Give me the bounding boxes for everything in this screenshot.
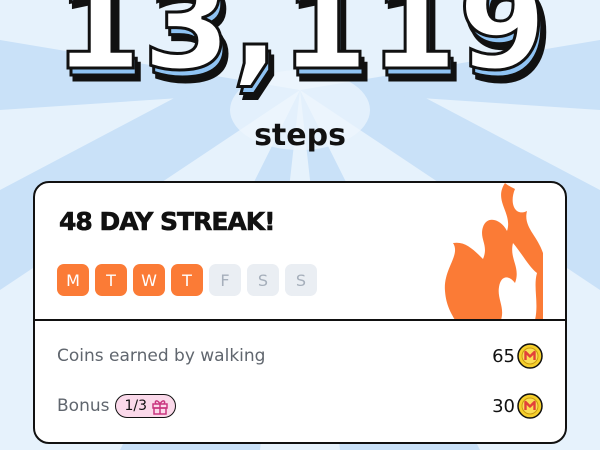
streak-days: MTWTFSS [57, 264, 317, 296]
streak-title: 48 DAY STREAK! [59, 207, 276, 237]
walking-coins-row: Coins earned by walking 65 [57, 341, 543, 371]
flame-icon [444, 183, 543, 320]
streak-day-3: W [133, 264, 165, 296]
bonus-row: Bonus 1/3 30 [57, 391, 543, 421]
streak-day-5: F [209, 264, 241, 296]
streak-card: 48 DAY STREAK! MTWTFSS Coins earned by w… [33, 181, 567, 444]
streak-day-7: S [285, 264, 317, 296]
walking-coins-value-group: 65 [492, 343, 543, 369]
bonus-label: Bonus [57, 396, 110, 416]
walking-coins-value: 65 [492, 345, 515, 367]
bonus-value: 30 [492, 395, 515, 417]
bonus-label-group: Bonus 1/3 [57, 394, 177, 418]
coin-icon [517, 343, 543, 369]
streak-day-1: M [57, 264, 89, 296]
step-count-value: 13,119 [53, 0, 547, 99]
gift-icon [152, 400, 168, 415]
streak-day-4: T [171, 264, 203, 296]
card-divider [35, 319, 565, 321]
bonus-progress-badge[interactable]: 1/3 [115, 394, 177, 418]
streak-day-6: S [247, 264, 279, 296]
coin-icon [517, 393, 543, 419]
streak-day-2: T [95, 264, 127, 296]
step-count-display: 13,119 13,119 13,119 [52, 0, 555, 113]
steps-label: steps [254, 118, 346, 153]
walking-coins-label: Coins earned by walking [57, 346, 266, 366]
bonus-progress-text: 1/3 [124, 398, 148, 414]
bonus-value-group: 30 [492, 393, 543, 419]
